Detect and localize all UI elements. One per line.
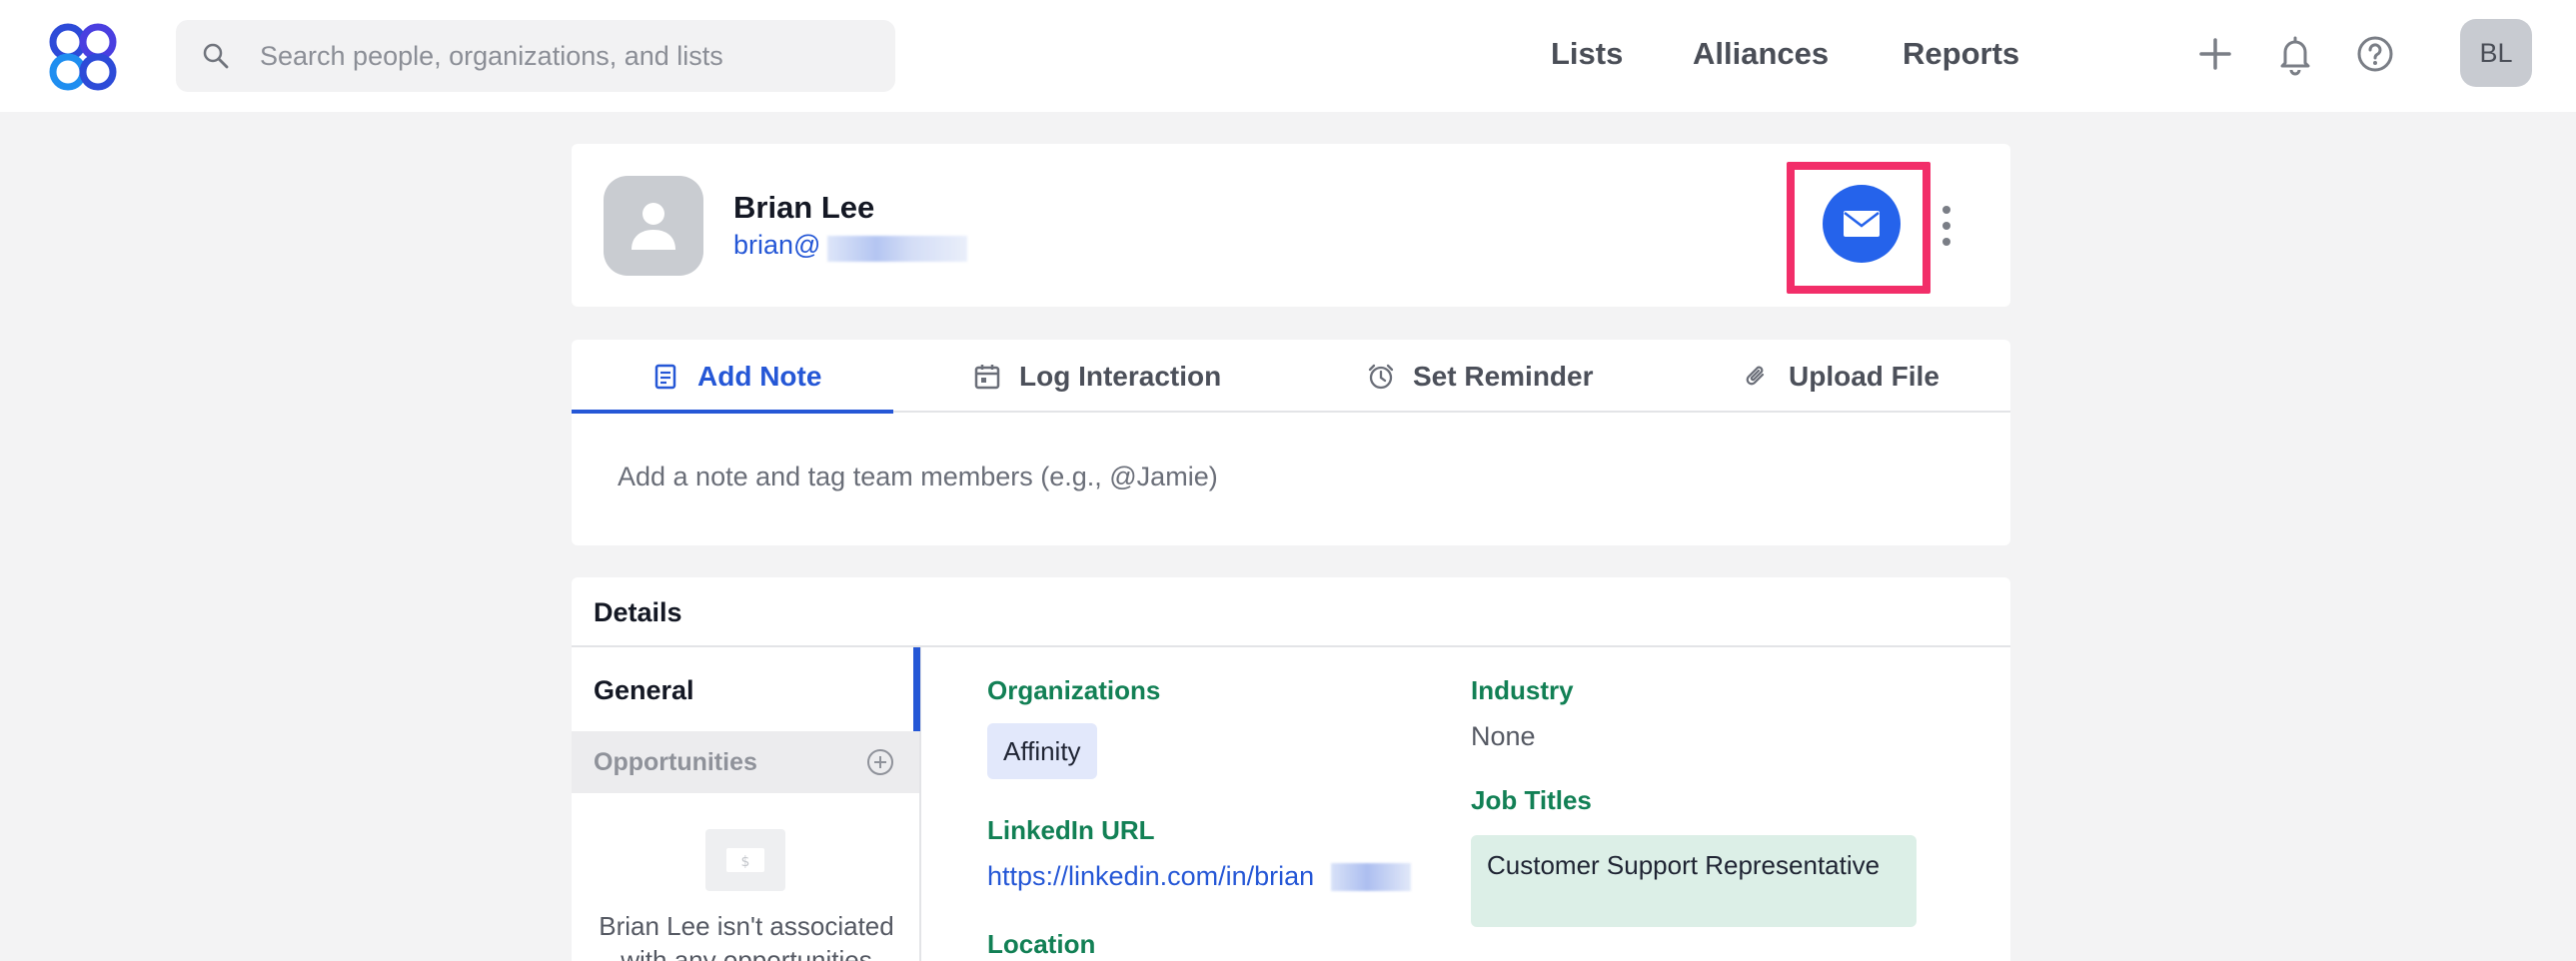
tab-upload-file-label: Upload File <box>1789 360 1939 392</box>
sidebar-item-general[interactable]: General <box>594 675 694 706</box>
tab-set-reminder[interactable]: Set Reminder <box>1367 340 1594 413</box>
add-opportunity-icon[interactable] <box>865 747 895 777</box>
industry-label: Industry <box>1471 675 1574 705</box>
organizations-label: Organizations <box>987 675 1161 705</box>
job-titles-label: Job Titles <box>1471 785 1592 815</box>
industry-value[interactable]: None <box>1471 721 1536 752</box>
sidebar-active-indicator <box>913 647 920 731</box>
tab-upload-file[interactable]: Upload File <box>1743 340 1939 413</box>
add-new-button[interactable] <box>2191 30 2239 78</box>
person-email-link[interactable]: brian@ <box>733 230 820 261</box>
job-title-chip[interactable]: Customer Support Representative <box>1471 835 1917 927</box>
vertical-dots-icon <box>1942 206 1950 246</box>
linkedin-url-link[interactable]: https://linkedin.com/in/brian <box>987 861 1314 892</box>
note-input[interactable]: Add a note and tag team members (e.g., @… <box>618 462 1218 492</box>
global-search-bar[interactable]: Search people, organizations, and lists <box>176 20 895 92</box>
details-card: Details General Opportunities $ Brian Le… <box>572 577 2010 961</box>
help-circle-icon <box>2357 36 2393 72</box>
user-avatar-button[interactable]: BL <box>2460 19 2532 87</box>
notifications-button[interactable] <box>2271 30 2319 78</box>
nav-link-alliances[interactable]: Alliances <box>1693 36 1829 72</box>
details-divider <box>572 645 2010 647</box>
tab-add-note[interactable]: Add Note <box>651 340 821 413</box>
opportunity-empty-icon: $ <box>705 829 785 891</box>
top-navigation-bar: Search people, organizations, and lists … <box>0 0 2576 112</box>
note-icon <box>654 364 676 389</box>
opportunities-empty-message: Brian Lee isn't associated with any oppo… <box>599 911 894 961</box>
linkedin-url-label: LinkedIn URL <box>987 815 1155 845</box>
paperclip-icon <box>1746 366 1765 385</box>
more-options-button[interactable] <box>1938 204 1954 248</box>
tab-log-interaction[interactable]: Log Interaction <box>973 340 1221 413</box>
tab-log-interaction-label: Log Interaction <box>1019 360 1222 392</box>
person-header-card: Brian Lee brian@ <box>572 144 2010 307</box>
plus-icon <box>2199 38 2231 70</box>
calendar-icon <box>974 364 1000 389</box>
person-avatar <box>604 176 703 276</box>
details-heading: Details <box>594 597 682 627</box>
svg-text:$: $ <box>741 854 750 870</box>
person-name: Brian Lee <box>733 190 875 225</box>
activity-composer-card: Add Note Log Interaction Set Reminder Up… <box>572 340 2010 545</box>
search-icon <box>203 43 229 69</box>
organization-chip[interactable]: Affinity <box>987 723 1097 779</box>
help-button[interactable] <box>2351 30 2399 78</box>
affinity-logo-icon[interactable] <box>44 18 122 96</box>
opportunities-label: Opportunities <box>594 748 757 776</box>
composer-tabs: Add Note Log Interaction Set Reminder Up… <box>572 340 2010 414</box>
redacted-email-domain <box>827 236 967 262</box>
nav-link-reports[interactable]: Reports <box>1903 36 2019 72</box>
tab-set-reminder-label: Set Reminder <box>1413 360 1594 392</box>
opportunities-section-header: Opportunities <box>572 731 919 793</box>
active-tab-indicator <box>572 410 893 414</box>
bell-icon <box>2280 36 2310 76</box>
redacted-linkedin-handle <box>1331 863 1411 891</box>
search-input[interactable]: Search people, organizations, and lists <box>260 41 723 72</box>
alarm-clock-icon <box>1368 364 1394 389</box>
dollar-bill-icon: $ <box>726 848 764 872</box>
nav-link-lists[interactable]: Lists <box>1551 36 1623 72</box>
tab-add-note-label: Add Note <box>697 360 822 392</box>
send-email-button[interactable] <box>1823 185 1901 263</box>
person-silhouette-icon <box>632 203 675 250</box>
location-label: Location <box>987 929 1096 959</box>
envelope-icon <box>1844 211 1880 237</box>
